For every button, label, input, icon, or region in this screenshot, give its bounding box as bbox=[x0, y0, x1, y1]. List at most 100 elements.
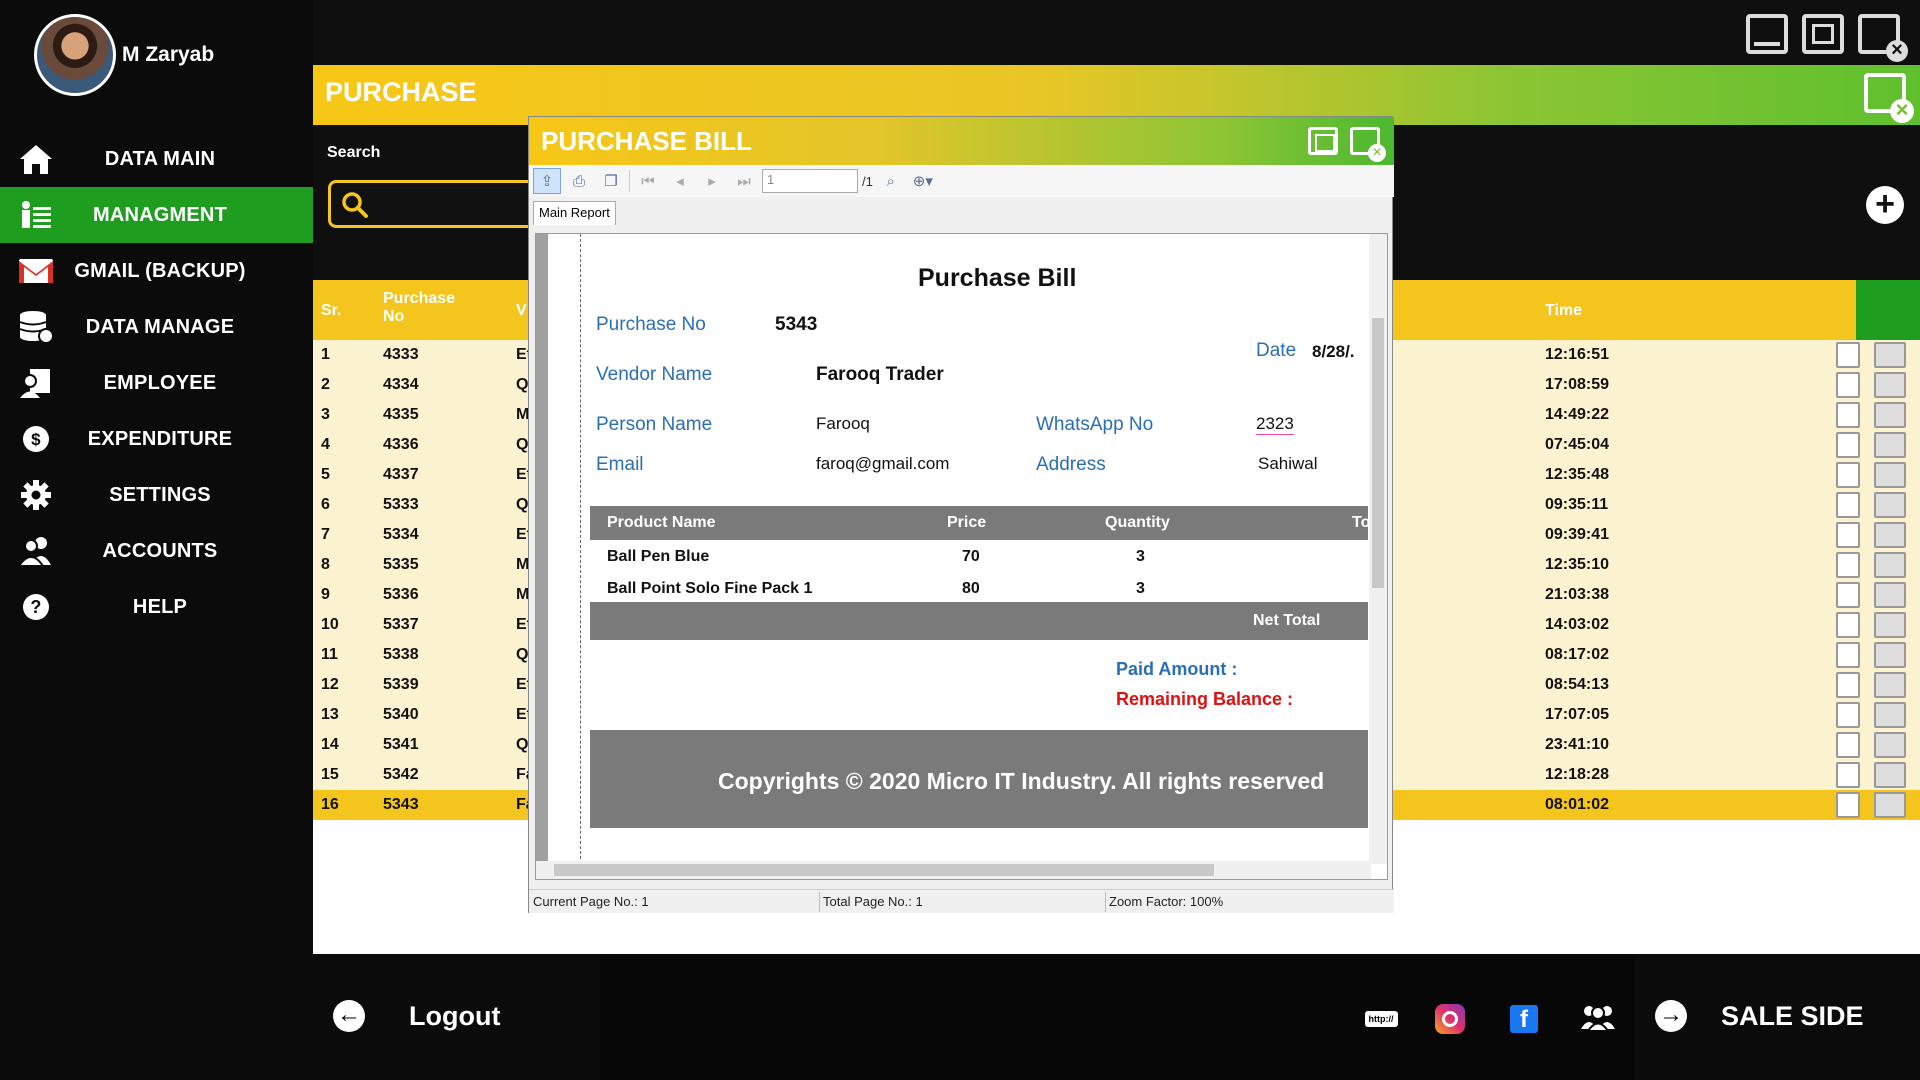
page-number-input[interactable]: 1 bbox=[762, 169, 858, 193]
facebook-link[interactable]: f bbox=[1509, 1004, 1539, 1034]
report-toolbar: ⇪ ⎙ ❐ ⏮ ◂ ▸ ⏭ 1 /1 ⌕ ⊕▾ bbox=[529, 165, 1394, 197]
report-viewer: Purchase Bill Purchase No 5343 Date 8/28… bbox=[535, 233, 1388, 880]
next-page-icon[interactable]: ▸ bbox=[698, 168, 726, 194]
web-link-icon: http:// bbox=[1364, 1011, 1398, 1027]
print-icon[interactable]: ⎙ bbox=[565, 168, 593, 194]
zoom-factor-status: Zoom Factor: 100% bbox=[1109, 894, 1224, 909]
print-row-icon[interactable] bbox=[1874, 492, 1906, 518]
facebook-icon: f bbox=[1510, 1005, 1538, 1033]
print-row-icon[interactable] bbox=[1874, 372, 1906, 398]
sidebar-item-gmail-backup[interactable]: GMAIL (BACKUP) bbox=[0, 243, 313, 299]
print-row-icon[interactable] bbox=[1874, 642, 1906, 668]
view-document-icon[interactable] bbox=[1836, 372, 1860, 398]
column-header-purchase-no-line1: Purchase bbox=[383, 290, 456, 307]
row-purchase-no: 5341 bbox=[383, 736, 419, 753]
print-row-icon[interactable] bbox=[1874, 552, 1906, 578]
sidebar-item-data-manage[interactable]: DATA MANAGE bbox=[0, 299, 313, 355]
search-icon bbox=[341, 191, 369, 219]
sidebar-item-help[interactable]: ? HELP bbox=[0, 579, 313, 635]
print-row-icon[interactable] bbox=[1874, 522, 1906, 548]
minimize-button[interactable] bbox=[1746, 14, 1788, 54]
whatsapp-value: 2323 bbox=[1256, 414, 1294, 435]
net-total-label: Net Total bbox=[1253, 612, 1321, 629]
view-document-icon[interactable] bbox=[1836, 762, 1860, 788]
print-row-icon[interactable] bbox=[1874, 792, 1906, 818]
horizontal-scrollbar[interactable] bbox=[536, 861, 1371, 879]
print-row-icon[interactable] bbox=[1874, 762, 1906, 788]
sale-side-button[interactable]: → SALE SIDE bbox=[1655, 1000, 1864, 1032]
print-row-icon[interactable] bbox=[1874, 432, 1906, 458]
print-row-icon[interactable] bbox=[1874, 462, 1906, 488]
row-purchase-no: 4333 bbox=[383, 346, 419, 363]
sidebar-item-managment[interactable]: MANAGMENT bbox=[0, 187, 313, 243]
view-document-icon[interactable] bbox=[1836, 462, 1860, 488]
product-quantity: 3 bbox=[1136, 580, 1145, 597]
sidebar-item-employee[interactable]: EMPLOYEE bbox=[0, 355, 313, 411]
first-page-icon[interactable]: ⏮ bbox=[634, 168, 662, 194]
view-document-icon[interactable] bbox=[1836, 492, 1860, 518]
add-purchase-button[interactable]: + bbox=[1866, 186, 1904, 224]
tab-main-report[interactable]: Main Report bbox=[533, 201, 616, 225]
minimize-icon bbox=[1754, 42, 1780, 46]
view-document-icon[interactable] bbox=[1836, 582, 1860, 608]
print-row-icon[interactable] bbox=[1874, 702, 1906, 728]
dialog-maximize-button[interactable] bbox=[1308, 127, 1338, 155]
row-sr: 2 bbox=[321, 376, 330, 393]
print-row-icon[interactable] bbox=[1874, 582, 1906, 608]
column-header-purchase-no: Purchase No bbox=[383, 290, 455, 326]
sidebar-item-expenditure[interactable]: $ EXPENDITURE bbox=[0, 411, 313, 467]
instagram-link[interactable] bbox=[1434, 1004, 1466, 1034]
copy-icon[interactable]: ❐ bbox=[597, 168, 625, 194]
sidebar-item-accounts[interactable]: ACCOUNTS bbox=[0, 523, 313, 579]
sidebar-nav: DATA MAIN MANAGMENT GMAIL (BACKUP) DATA … bbox=[0, 131, 313, 635]
view-document-icon[interactable] bbox=[1836, 432, 1860, 458]
print-row-icon[interactable] bbox=[1874, 342, 1906, 368]
view-document-icon[interactable] bbox=[1836, 672, 1860, 698]
last-page-icon[interactable]: ⏭ bbox=[730, 168, 758, 194]
view-document-icon[interactable] bbox=[1836, 612, 1860, 638]
column-header-vendor: V bbox=[516, 302, 527, 319]
close-page-button[interactable] bbox=[1864, 73, 1914, 123]
vertical-scrollbar[interactable] bbox=[1369, 234, 1387, 864]
view-document-icon[interactable] bbox=[1836, 342, 1860, 368]
sidebar-item-settings[interactable]: SETTINGS bbox=[0, 467, 313, 523]
row-sr: 7 bbox=[321, 526, 330, 543]
view-document-icon[interactable] bbox=[1836, 642, 1860, 668]
sidebar-item-data-main[interactable]: DATA MAIN bbox=[0, 131, 313, 187]
row-time: 08:54:13 bbox=[1545, 676, 1610, 693]
page-title: PURCHASE bbox=[325, 77, 477, 107]
group-link[interactable] bbox=[1578, 1004, 1618, 1034]
print-row-icon[interactable] bbox=[1874, 402, 1906, 428]
row-sr: 6 bbox=[321, 496, 330, 513]
sidebar-item-label: EMPLOYEE bbox=[103, 371, 217, 394]
vertical-scroll-thumb[interactable] bbox=[1372, 318, 1384, 588]
row-vendor: Q bbox=[516, 736, 529, 753]
dialog-close-button[interactable] bbox=[1350, 127, 1386, 162]
view-document-icon[interactable] bbox=[1836, 792, 1860, 818]
row-time: 08:17:02 bbox=[1545, 646, 1610, 663]
view-document-icon[interactable] bbox=[1836, 732, 1860, 758]
print-row-icon[interactable] bbox=[1874, 732, 1906, 758]
row-time: 14:49:22 bbox=[1545, 406, 1610, 423]
print-row-icon[interactable] bbox=[1874, 612, 1906, 638]
view-document-icon[interactable] bbox=[1836, 522, 1860, 548]
search-input[interactable] bbox=[328, 180, 548, 228]
avatar[interactable] bbox=[34, 14, 116, 96]
zoom-icon[interactable]: ⊕▾ bbox=[909, 168, 937, 194]
export-icon[interactable]: ⇪ bbox=[533, 168, 561, 194]
logout-button[interactable]: ← Logout bbox=[333, 1000, 500, 1032]
website-link[interactable]: http:// bbox=[1356, 1004, 1406, 1034]
find-icon[interactable]: ⌕ bbox=[877, 168, 905, 194]
purchase-bill-dialog: PURCHASE BILL ⇪ ⎙ ❐ ⏮ ◂ ▸ ⏭ 1 /1 ⌕ ⊕▾ Ma… bbox=[528, 116, 1394, 913]
row-time: 14:03:02 bbox=[1545, 616, 1610, 633]
status-divider bbox=[1105, 892, 1106, 912]
horizontal-scroll-thumb[interactable] bbox=[554, 864, 1214, 876]
print-row-icon[interactable] bbox=[1874, 672, 1906, 698]
view-document-icon[interactable] bbox=[1836, 552, 1860, 578]
maximize-button[interactable] bbox=[1802, 14, 1844, 54]
report-margin-line bbox=[580, 234, 581, 864]
previous-page-icon[interactable]: ◂ bbox=[666, 168, 694, 194]
view-document-icon[interactable] bbox=[1836, 702, 1860, 728]
close-app-button[interactable]: × bbox=[1858, 14, 1908, 62]
view-document-icon[interactable] bbox=[1836, 402, 1860, 428]
